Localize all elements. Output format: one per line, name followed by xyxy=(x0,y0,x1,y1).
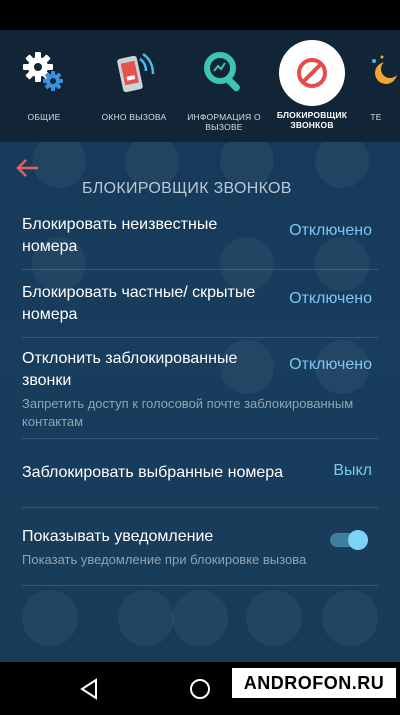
divider xyxy=(22,507,378,508)
divider xyxy=(22,438,378,439)
setting-title: Блокировать частные/ скрытые номера xyxy=(22,284,256,323)
setting-title: Заблокировать выбранные номера xyxy=(22,464,284,481)
theme-icon xyxy=(345,42,400,104)
setting-block-private[interactable]: Блокировать частные/ скрытые номера Откл… xyxy=(22,282,378,328)
setting-value: Отключено xyxy=(289,356,372,373)
tab-theme[interactable]: ТЕ xyxy=(346,42,400,138)
setting-subtitle: Запретить доступ к голосовой почте забло… xyxy=(22,396,354,429)
status-bar xyxy=(0,0,400,30)
gear-icon xyxy=(13,42,75,104)
setting-title: Блокировать неизвестные номера xyxy=(22,216,218,255)
setting-subtitle: Показать уведомление при блокировке вызо… xyxy=(22,552,307,567)
section-title: БЛОКИРОВЩИК ЗВОНКОВ xyxy=(82,180,292,197)
tab-call-blocker-label: БЛОКИРОВЩИК ЗВОНКОВ xyxy=(276,110,348,130)
setting-show-notification[interactable]: Показывать уведомление Показать уведомле… xyxy=(22,526,378,582)
watermark: ANDROFON.RU xyxy=(232,668,396,698)
setting-value: Отключено xyxy=(289,290,372,307)
tab-general[interactable]: ОБЩИЕ xyxy=(2,42,86,138)
background-app-icon xyxy=(322,590,378,646)
block-icon xyxy=(279,40,345,106)
tab-call-window-label: ОКНО ВЫЗОВА xyxy=(101,112,167,122)
toggle-thumb xyxy=(348,530,368,550)
tab-strip: ОБЩИЕ ОКНО ВЫЗОВА ИНФОРМАЦИЯ О ВЫЗОВЕ БЛ… xyxy=(0,30,400,142)
setting-reject-blocked[interactable]: Отклонить заблокированные звонки Отключе… xyxy=(22,348,378,432)
setting-title: Показывать уведомление xyxy=(22,528,214,545)
background-app-icon xyxy=(315,142,369,188)
divider xyxy=(22,269,378,270)
home-nav-icon[interactable] xyxy=(189,678,211,700)
tab-call-blocker[interactable]: БЛОКИРОВЩИК ЗВОНКОВ xyxy=(270,40,354,138)
back-arrow-icon[interactable] xyxy=(14,156,42,180)
setting-title: Отклонить заблокированные звонки xyxy=(22,350,238,389)
background-app-icon xyxy=(246,590,302,646)
background-app-icon xyxy=(172,590,228,646)
phone-call-icon xyxy=(103,42,165,104)
magnifier-icon xyxy=(193,42,255,104)
divider xyxy=(22,585,378,586)
background-app-icon xyxy=(118,590,174,646)
setting-block-unknown[interactable]: Блокировать неизвестные номера Отключено xyxy=(22,214,378,260)
tab-call-info-label: ИНФОРМАЦИЯ О ВЫЗОВЕ xyxy=(187,112,261,132)
back-nav-icon[interactable] xyxy=(78,678,100,700)
notification-toggle[interactable] xyxy=(330,530,368,550)
divider xyxy=(22,337,378,338)
setting-value: Выкл xyxy=(333,462,372,479)
tab-call-window[interactable]: ОКНО ВЫЗОВА xyxy=(92,42,176,138)
background-app-icon xyxy=(22,590,78,646)
tab-call-info[interactable]: ИНФОРМАЦИЯ О ВЫЗОВЕ xyxy=(182,42,266,138)
settings-panel: БЛОКИРОВЩИК ЗВОНКОВ Блокировать неизвест… xyxy=(0,142,400,662)
setting-value: Отключено xyxy=(289,222,372,239)
setting-block-selected[interactable]: Заблокировать выбранные номера Выкл xyxy=(22,462,378,492)
tab-theme-label: ТЕ xyxy=(370,112,382,122)
tab-general-label: ОБЩИЕ xyxy=(27,112,61,122)
